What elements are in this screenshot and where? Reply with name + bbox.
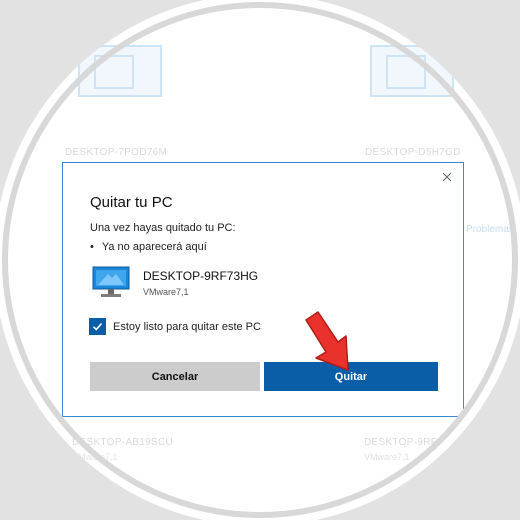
confirm-checkbox-label: Estoy listo para quitar este PC — [113, 320, 261, 333]
remove-pc-dialog: Quitar tu PC Una vez hayas quitado tu PC… — [62, 162, 464, 417]
screenshot-stage: DESKTOP-7POD76M DESKTOP-D5H7GD Problemas… — [0, 0, 520, 520]
dialog-subtitle: Una vez hayas quitado tu PC: — [90, 222, 236, 234]
background-device-name: DESKTOP-D5H7GD — [365, 147, 461, 158]
remove-button[interactable]: Quitar — [264, 362, 438, 391]
confirm-checkbox-row[interactable]: Estoy listo para quitar este PC — [89, 318, 261, 335]
background-device-sub: VMware7,1 — [364, 452, 410, 462]
background-link: Problemas — [466, 224, 514, 235]
background-device-tile — [78, 45, 162, 97]
cancel-button[interactable]: Cancelar — [90, 362, 260, 391]
close-button[interactable] — [439, 169, 455, 185]
device-model: VMware7,1 — [143, 287, 189, 297]
dialog-title: Quitar tu PC — [90, 194, 173, 211]
close-icon — [442, 172, 452, 182]
confirm-checkbox[interactable] — [89, 318, 106, 335]
device-name: DESKTOP-9RF73HG — [143, 269, 259, 283]
background-device-tile — [370, 45, 454, 97]
checkmark-icon — [92, 322, 103, 331]
background-device-name: DESKTOP-9RF — [364, 437, 438, 448]
device-summary: DESKTOP-9RF73HG VMware7,1 — [90, 266, 350, 302]
background-device-name: DESKTOP-7POD76M — [65, 147, 168, 158]
bullet-dot: • — [90, 241, 94, 253]
background-device-sub: VMware7,1 — [72, 452, 118, 462]
bullet-text: Ya no aparecerá aquí — [101, 241, 207, 253]
background-device-name: DESKTOP-AB19SCU — [72, 437, 174, 448]
bullet-item: • Ya no aparecerá aquí — [90, 241, 207, 253]
monitor-icon — [92, 266, 130, 297]
